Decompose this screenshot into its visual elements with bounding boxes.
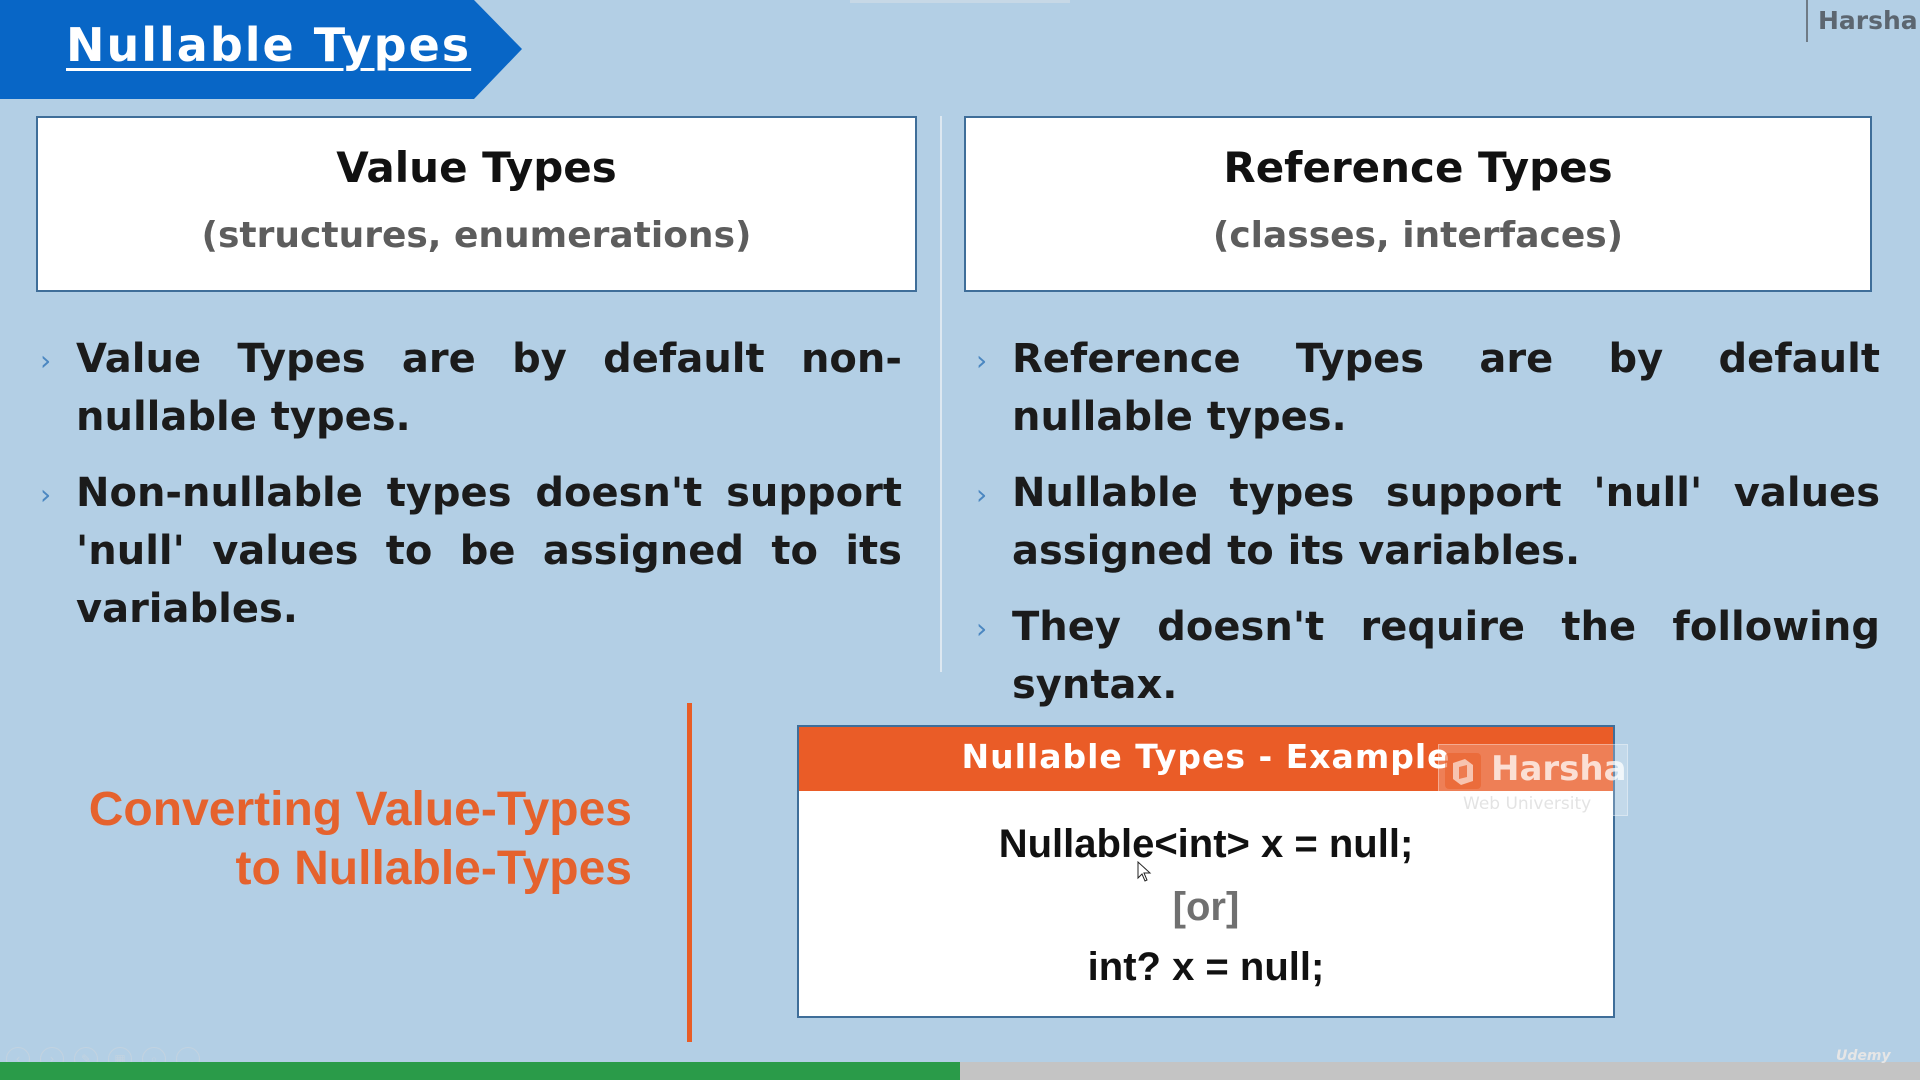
chevron-right-icon: › (976, 344, 988, 377)
conversion-line-2: to Nullable-Types (235, 842, 633, 895)
author-label: Harsha (1806, 0, 1918, 42)
orange-divider (687, 703, 692, 1042)
chevron-right-icon: › (976, 612, 988, 645)
value-types-subheading: (structures, enumerations) (201, 215, 752, 256)
chevron-right-icon: › (40, 478, 52, 511)
bullet-item: › They doesn't require the following syn… (972, 598, 1880, 714)
watermark: Harsha Web University (1438, 744, 1628, 816)
top-strip (850, 0, 1070, 3)
mouse-cursor-icon (1137, 861, 1152, 882)
slide-title: Nullable Types (66, 18, 472, 72)
bullet-text: They doesn't require the following synta… (1012, 604, 1880, 708)
video-progress-bar[interactable] (0, 1062, 1920, 1080)
chevron-right-icon: › (976, 478, 988, 511)
bullet-text: Value Types are by default non-nullable … (76, 336, 902, 440)
code-line-shorthand: int? x = null; (1087, 945, 1325, 989)
watermark-logo-icon (1445, 753, 1481, 789)
title-banner: Nullable Types (0, 0, 522, 99)
bullet-text: Non-nullable types doesn't support 'null… (76, 470, 902, 632)
bullet-text: Nullable types support 'null' values ass… (1012, 470, 1880, 574)
code-separator: [or] (1172, 885, 1240, 929)
value-types-bullets: › Value Types are by default non-nullabl… (36, 330, 902, 656)
udemy-logo: Udemy (1836, 1048, 1891, 1064)
slide: Nullable Types Harsha Value Types (struc… (0, 0, 1920, 1080)
bullet-item: › Non-nullable types doesn't support 'nu… (36, 464, 902, 638)
reference-types-subheading: (classes, interfaces) (1212, 215, 1624, 256)
bullet-text: Reference Types are by default nullable … (1012, 336, 1880, 440)
conversion-heading: Converting Value-Types to Nullable-Types (60, 780, 632, 898)
bullet-item: › Value Types are by default non-nullabl… (36, 330, 902, 446)
code-line-nullable: Nullable<int> x = null; (998, 822, 1414, 866)
conversion-line-1: Converting Value-Types (88, 783, 632, 836)
reference-types-heading: Reference Types (1223, 143, 1613, 192)
bullet-item: › Reference Types are by default nullabl… (972, 330, 1880, 446)
reference-types-box: Reference Types (classes, interfaces) (964, 116, 1872, 292)
value-types-heading: Value Types (336, 143, 617, 192)
watermark-name: Harsha (1491, 749, 1627, 789)
value-types-box: Value Types (structures, enumerations) (36, 116, 917, 292)
column-divider (940, 116, 942, 672)
watermark-subtitle: Web University (1463, 794, 1592, 814)
video-progress-fill (0, 1062, 960, 1080)
reference-types-bullets: › Reference Types are by default nullabl… (972, 330, 1880, 732)
bullet-item: › Nullable types support 'null' values a… (972, 464, 1880, 580)
chevron-right-icon: › (40, 344, 52, 377)
